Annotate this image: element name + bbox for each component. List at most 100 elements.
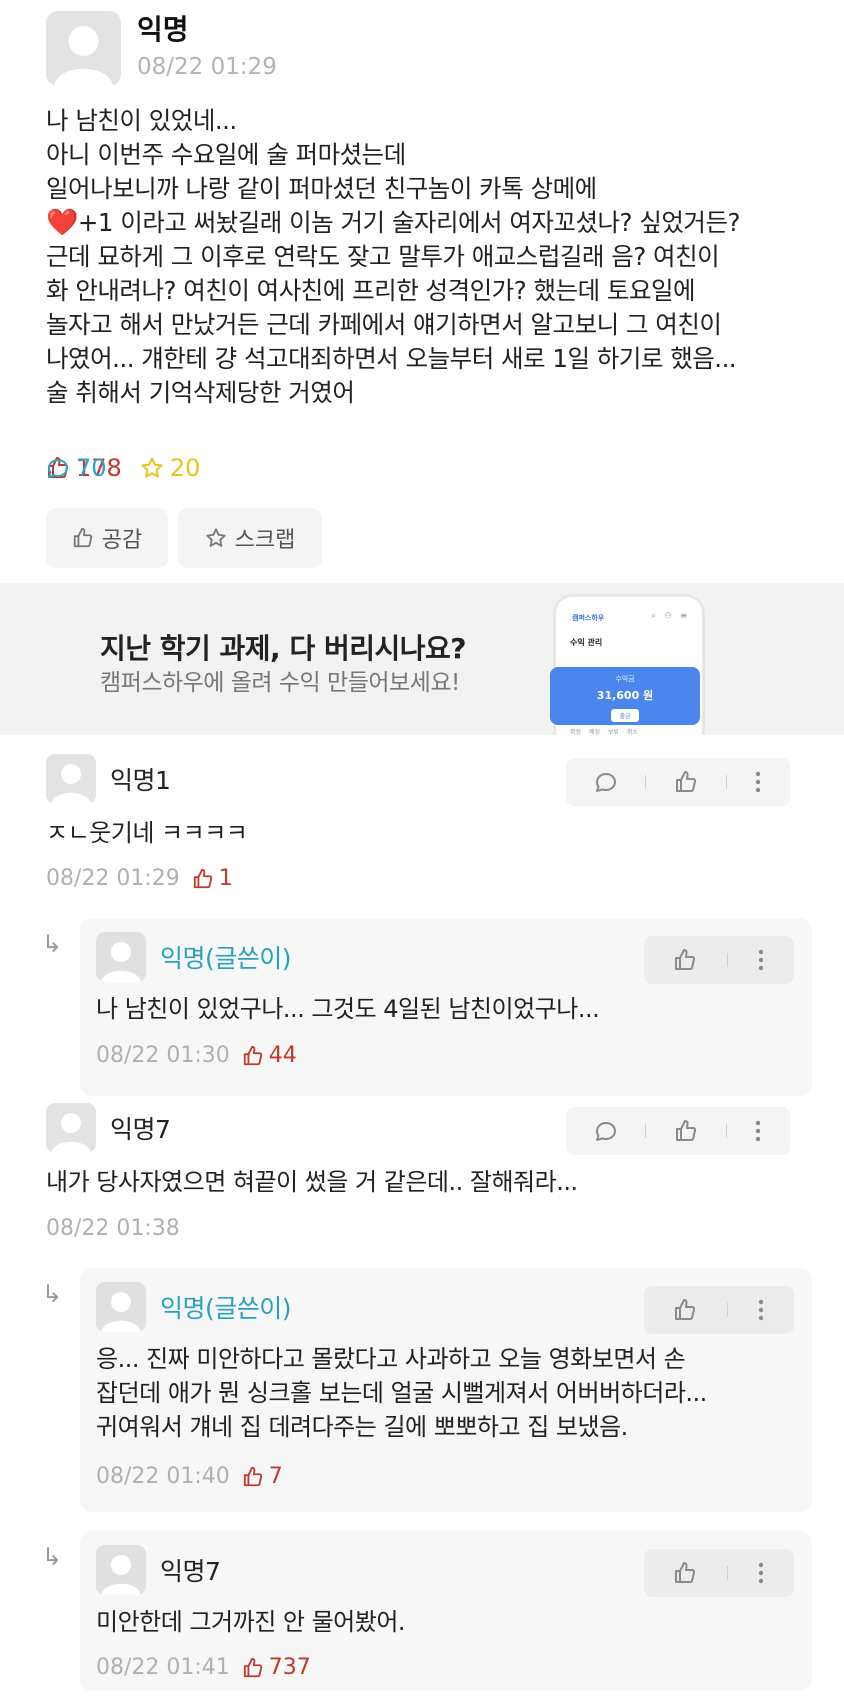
- comment-like-count: 7: [242, 1464, 283, 1489]
- default-profile-icon: [101, 1555, 141, 1595]
- comment-like-value: 44: [268, 1043, 297, 1068]
- comment-header: 익명7: [96, 1545, 221, 1595]
- thumbs-up-icon[interactable]: [673, 1561, 697, 1585]
- comment-text: 나 남친이 있었구나... 그것도 4일된 남친이었구나...: [96, 995, 600, 1023]
- comment-header: 익명(글쓴이): [96, 932, 292, 982]
- phone-toolbar-icons: ⌕ ⚇ ≡: [651, 611, 690, 620]
- comment-toolbar: [566, 1107, 790, 1155]
- scrap-count: 20: [140, 454, 200, 482]
- comment-time: 08/22 01:38: [46, 1216, 180, 1241]
- comment-text: 응... 진짜 미안하다고 몰랐다고 사과하고 오늘 영화보면서 손 잡던데 애…: [96, 1342, 707, 1444]
- reply-comment: 익명(글쓴이) 나 남친이 있었구나... 그것도 4일된 남친이었구나... …: [80, 918, 812, 1096]
- comment-toolbar: [644, 936, 794, 984]
- comment-author: 익명(글쓴이): [160, 1294, 292, 1323]
- comment-like-count: 44: [242, 1043, 297, 1068]
- comment-author: 익명1: [110, 766, 171, 795]
- star-icon: [141, 457, 163, 478]
- thumbs-up-icon[interactable]: [673, 948, 697, 972]
- post-stats: 178 70 20: [46, 453, 806, 483]
- phone-withdraw-button: 출금: [611, 709, 639, 722]
- comment-footer: 08/22 01:38: [46, 1216, 192, 1241]
- avatar: [46, 10, 121, 86]
- ad-phone-mockup: 캠퍼스하우 ⌕ ⚇ ≡ 수익 관리 수익금 31,600 원 출금 확정 예정 …: [550, 597, 702, 735]
- comment-line: 귀여워서 걔네 집 데려다주는 길에 뽀뽀하고 집 보냈음.: [96, 1413, 628, 1441]
- more-options-icon[interactable]: [757, 1561, 765, 1585]
- comment-icon: [48, 459, 68, 478]
- comment-time: 08/22 01:40: [96, 1464, 230, 1489]
- thumbs-up-icon[interactable]: [673, 1298, 697, 1322]
- comment-like-value: 737: [268, 1655, 311, 1680]
- comment-like-value: 1: [218, 866, 233, 891]
- post-time: 08/22 01:29: [137, 54, 277, 80]
- divider: [645, 775, 647, 789]
- divider: [645, 1124, 647, 1138]
- comment-count-value: 70: [76, 454, 107, 482]
- scrap-label: 스크랩: [234, 528, 296, 553]
- comment-time: 08/22 01:41: [96, 1655, 230, 1680]
- ad-subtitle: 캠퍼스하우에 올려 수익 만들어보세요!: [100, 670, 460, 696]
- post-header: 익명 08/22 01:29: [46, 10, 806, 86]
- comment-count: 70: [46, 454, 107, 482]
- post-line: 나였어... 걔한테 걍 석고대죄하면서 오늘부터 새로 1일 하기로 했음..…: [46, 344, 737, 373]
- post-line-text: +1 이라고 써놨길래 이놈 거기 술자리에서 여자꼬셨나? 싶었거든?: [77, 208, 741, 237]
- comment-header: 익명1: [46, 754, 171, 804]
- reply-inner: 익명(글쓴이) 나 남친이 있었구나... 그것도 4일된 남친이었구나... …: [96, 932, 796, 1082]
- post-line: 일어나보니까 나랑 같이 퍼마셨던 친구놈이 카톡 상메에: [46, 174, 597, 203]
- thumbs-up-icon[interactable]: [674, 770, 698, 794]
- default-profile-icon: [51, 764, 91, 804]
- default-profile-icon: [101, 1292, 141, 1332]
- divider: [726, 953, 728, 967]
- thumbs-up-icon: [243, 1045, 263, 1065]
- reply-inner: 익명(글쓴이) 응... 진짜 미안하다고 몰랐다고 사과하고 오늘 영화보면서…: [96, 1282, 796, 1502]
- comment-line: 잡던데 애가 뭔 싱크홀 보는데 얼굴 시뻘게져서 어버버하더라...: [96, 1379, 707, 1407]
- phone-amount: 31,600 원: [596, 689, 654, 702]
- reply-icon[interactable]: [594, 770, 618, 794]
- post-line: 화 안내려나? 여친이 여사친에 프리한 성격인가? 했는데 토요일에: [46, 276, 696, 305]
- post-author: 익명: [137, 13, 189, 46]
- comment-footer: 08/22 01:29 1: [46, 866, 233, 891]
- thumbs-up-icon: [243, 1657, 263, 1677]
- comment: 익명1 ㅈㄴ웃기네 ㅋㅋㅋㅋ 08/22 01:29 1: [46, 754, 796, 904]
- phone-card-label: 수익금: [615, 675, 635, 683]
- divider: [726, 1566, 728, 1580]
- post: 익명 08/22 01:29 나 남친이 있었네... 아니 이번주 수요일에 …: [46, 10, 806, 568]
- ad-banner[interactable]: 지난 학기 과제, 다 버리시나요? 캠퍼스하우에 올려 수익 만들어보세요! …: [0, 583, 844, 735]
- more-options-icon[interactable]: [757, 1298, 765, 1322]
- post-body: 나 남친이 있었네... 아니 이번주 수요일에 술 퍼마셨는데 일어나보니까 …: [46, 104, 806, 410]
- default-profile-icon: [51, 1113, 91, 1153]
- empathy-button[interactable]: 공감: [46, 508, 168, 568]
- comment-like-count: 1: [192, 866, 233, 891]
- divider: [725, 775, 727, 789]
- reply-icon[interactable]: [594, 1119, 618, 1143]
- avatar: [46, 754, 96, 804]
- post-line: 놀자고 해서 만났거든 근데 카페에서 얘기하면서 알고보니 그 여친이: [46, 310, 722, 339]
- thumbs-up-icon: [73, 527, 92, 548]
- comment-like-value: 7: [268, 1464, 283, 1489]
- comment-author: 익명7: [110, 1115, 171, 1144]
- post-line: ❤️+1 이라고 써놨길래 이놈 거기 술자리에서 여자꼬셨나? 싶었거든?: [46, 206, 806, 240]
- avatar: [46, 1103, 96, 1153]
- reply-comment: 익명7 미안한데 그거까진 안 물어봤어. 08/22 01:41 737: [80, 1531, 812, 1691]
- scrap-button[interactable]: 스크랩: [178, 508, 322, 568]
- comment-header: 익명7: [46, 1103, 171, 1153]
- comment-time: 08/22 01:29: [46, 866, 180, 891]
- post-line: 근데 묘하게 그 이후로 연락도 잦고 말투가 애교스럽길래 음? 여친이: [46, 242, 720, 271]
- divider: [726, 1303, 728, 1317]
- phone-earnings-card: 수익금 31,600 원 출금: [550, 667, 700, 725]
- reply-arrow-icon: ↳: [42, 930, 63, 958]
- more-options-icon[interactable]: [757, 948, 765, 972]
- phone-brand: 캠퍼스하우: [572, 614, 605, 622]
- comment-text: ㅈㄴ웃기네 ㅋㅋㅋㅋ: [46, 819, 248, 847]
- ad-title: 지난 학기 과제, 다 버리시나요?: [100, 632, 467, 665]
- phone-section-title: 수익 관리: [570, 638, 603, 647]
- more-options-icon[interactable]: [754, 770, 762, 794]
- heart-emoji: ❤️: [46, 208, 78, 238]
- thumbs-up-icon: [243, 1466, 263, 1486]
- more-options-icon[interactable]: [754, 1119, 762, 1143]
- phone-tabs: 확정 예정 보류 취소: [570, 729, 638, 735]
- avatar: [96, 932, 146, 982]
- thumbs-up-icon[interactable]: [674, 1119, 698, 1143]
- comment-line: 응... 진짜 미안하다고 몰랐다고 사과하고 오늘 영화보면서 손: [96, 1345, 686, 1373]
- comment-toolbar: [566, 758, 790, 806]
- comment-footer: 08/22 01:40 7: [96, 1464, 283, 1489]
